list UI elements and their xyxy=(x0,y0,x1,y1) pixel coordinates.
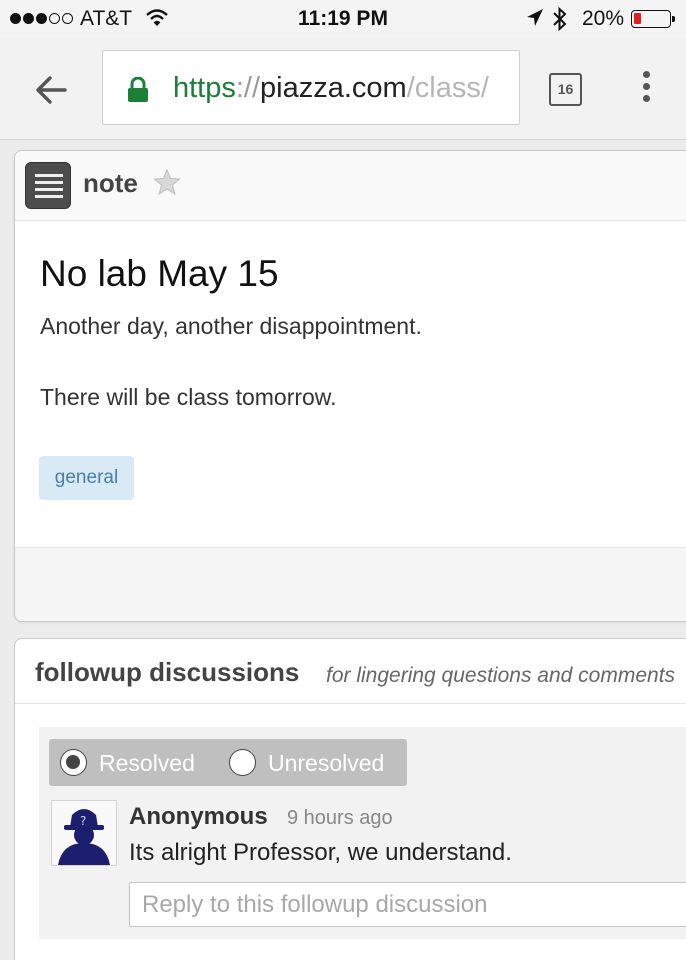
browser-toolbar: https://piazza.com/class/ 16 xyxy=(0,38,686,140)
battery-icon xyxy=(631,10,675,28)
note-header: note xyxy=(15,151,686,221)
anonymous-avatar-icon: ? xyxy=(51,800,117,866)
comment-text: Its alright Professor, we understand. xyxy=(129,839,512,866)
url-host: piazza.com xyxy=(260,72,407,104)
followup-header: followup discussions for lingering quest… xyxy=(15,639,686,704)
unresolved-label: Unresolved xyxy=(268,750,385,776)
comment-author[interactable]: Anonymous xyxy=(129,803,268,831)
url-separator: :// xyxy=(235,72,261,104)
battery-percent: 20% xyxy=(582,7,625,30)
overflow-menu-icon[interactable] xyxy=(640,71,652,107)
url-text: https://piazza.com/class/ xyxy=(173,72,489,105)
url-scheme: https xyxy=(173,72,236,104)
reply-input[interactable] xyxy=(129,882,686,927)
note-paragraph: There will be class tomorrow. xyxy=(40,384,337,410)
note-title: No lab May 15 xyxy=(40,253,279,294)
battery-level-fill xyxy=(634,13,641,24)
status-bar: AT&T 11:19 PM 20% xyxy=(0,0,686,38)
note-type-label: note xyxy=(83,168,138,198)
note-card: note No lab May 15 Another day, another … xyxy=(14,150,686,622)
unresolved-radio[interactable] xyxy=(229,749,256,776)
tab-switcher-button[interactable]: 16 xyxy=(549,73,582,106)
resolved-radio[interactable] xyxy=(60,749,87,776)
back-arrow-icon[interactable] xyxy=(32,70,72,110)
followup-card: followup discussions for lingering quest… xyxy=(14,638,686,960)
followup-title: followup discussions xyxy=(35,657,300,687)
star-icon[interactable] xyxy=(153,168,181,196)
comment-timestamp: 9 hours ago xyxy=(287,807,393,829)
resolved-label: Resolved xyxy=(99,750,195,776)
svg-text:?: ? xyxy=(80,814,86,828)
bluetooth-icon xyxy=(553,6,567,32)
followup-subtitle: for lingering questions and comments xyxy=(326,664,676,687)
followup-thread: Resolved Unresolved ? Anonymous 9 hours … xyxy=(39,727,686,939)
resolve-toggle: Resolved Unresolved xyxy=(49,739,407,786)
location-arrow-icon xyxy=(527,9,543,26)
note-icon xyxy=(25,162,71,209)
lock-icon xyxy=(128,77,148,102)
note-footer xyxy=(15,547,686,621)
address-bar[interactable]: https://piazza.com/class/ xyxy=(102,50,520,125)
folder-tag-general[interactable]: general xyxy=(39,456,134,500)
note-paragraph: Another day, another disappointment. xyxy=(40,313,422,339)
url-path: /class/ xyxy=(406,72,489,104)
